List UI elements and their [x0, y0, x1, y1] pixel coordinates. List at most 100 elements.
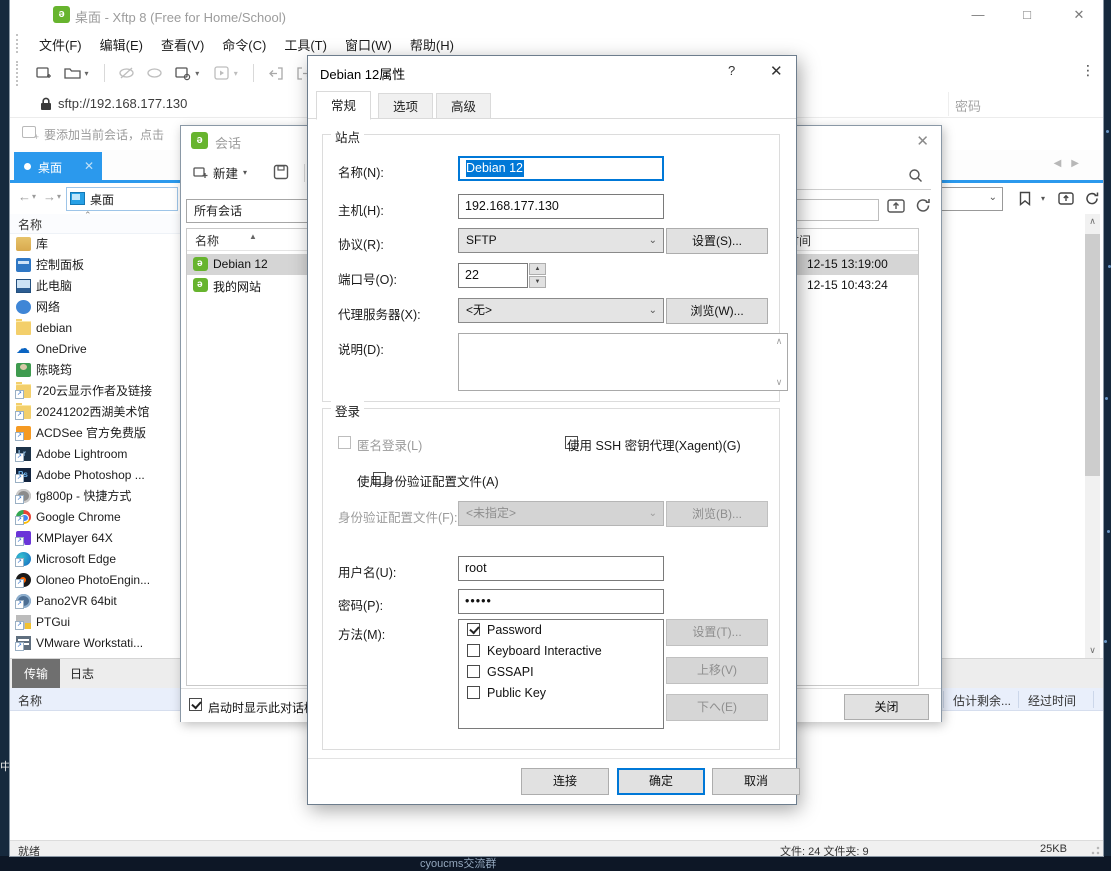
method-item[interactable]: Public Key: [459, 683, 663, 704]
tree-item[interactable]: ACDSee 官方免费版: [10, 423, 180, 444]
bookmark-caret-icon[interactable]: ▾: [1038, 188, 1048, 208]
tab-常规[interactable]: 常规: [316, 91, 371, 120]
connect-button[interactable]: 连接: [521, 768, 609, 795]
method-checkbox[interactable]: [467, 623, 480, 636]
tree-item[interactable]: Adobe Photoshop ...: [10, 465, 180, 486]
back-caret-icon[interactable]: ▾: [32, 192, 36, 201]
column-separator[interactable]: [943, 691, 944, 708]
tree-item[interactable]: 20241202西湖美术馆: [10, 402, 180, 423]
tab-desktop-session[interactable]: 桌面 ✕: [14, 152, 102, 181]
chevron-down-icon[interactable]: ⌄: [989, 192, 997, 203]
description-textarea[interactable]: ∧ ∨: [458, 333, 788, 391]
new-session-icon[interactable]: [32, 61, 56, 85]
tab-transfer[interactable]: 传输: [12, 659, 60, 689]
tab-log[interactable]: 日志: [58, 659, 106, 689]
bookmark-icon[interactable]: [1015, 188, 1035, 208]
tree-item[interactable]: Pano2VR 64bit: [10, 591, 180, 612]
session-url[interactable]: sftp://192.168.177.130: [58, 96, 187, 111]
tab-高级[interactable]: 高级: [436, 93, 491, 119]
session-folder-up-icon[interactable]: [887, 197, 905, 214]
minimize-button[interactable]: —: [956, 0, 1000, 30]
tree-item[interactable]: fg800p - 快捷方式: [10, 486, 180, 507]
tree-item[interactable]: VMware Workstati...: [10, 633, 180, 654]
method-list[interactable]: PasswordKeyboard InteractiveGSSAPIPublic…: [458, 619, 664, 729]
menu-item[interactable]: 文件(F): [30, 30, 91, 59]
scroll-down-icon[interactable]: ∨: [772, 377, 786, 388]
tree-item[interactable]: debian: [10, 318, 180, 339]
add-favorite-icon[interactable]: [22, 126, 36, 138]
open-folder-icon[interactable]: [60, 61, 84, 85]
properties-dialog-close-icon[interactable]: ✕: [770, 62, 783, 80]
scroll-up-icon[interactable]: ∧: [1085, 214, 1100, 229]
host-input[interactable]: 192.168.177.130: [458, 194, 664, 219]
method-checkbox[interactable]: [467, 686, 480, 699]
menu-item[interactable]: 查看(V): [152, 30, 213, 59]
tree-item[interactable]: Oloneo PhotoEngin...: [10, 570, 180, 591]
method-item[interactable]: Password: [459, 620, 663, 641]
scrollbar-thumb[interactable]: [1085, 234, 1100, 476]
back-icon[interactable]: ←: [18, 189, 31, 204]
tree-item[interactable]: 陈晓筠: [10, 360, 180, 381]
tree-column-header[interactable]: 名称 ⌃: [10, 214, 180, 234]
password-input[interactable]: •••••: [458, 589, 664, 614]
tree-item[interactable]: Adobe Lightroom: [10, 444, 180, 465]
scroll-down-icon[interactable]: ∨: [1085, 643, 1100, 658]
method-checkbox[interactable]: [467, 644, 480, 657]
session-refresh-icon[interactable]: [914, 197, 932, 214]
tab-close-icon[interactable]: ✕: [84, 159, 94, 173]
name-column-header[interactable]: 名称: [195, 232, 219, 249]
method-item[interactable]: GSSAPI: [459, 662, 663, 683]
close-button[interactable]: ✕: [1057, 0, 1101, 30]
new-window-icon[interactable]: [171, 61, 195, 85]
spin-up-icon[interactable]: ▲: [529, 263, 546, 275]
cancel-button[interactable]: 取消: [712, 768, 800, 795]
column-separator[interactable]: [1093, 691, 1094, 708]
new-session-caret-icon[interactable]: ▾: [243, 168, 247, 177]
tab-选项[interactable]: 选项: [378, 93, 433, 119]
spin-down-icon[interactable]: ▼: [529, 276, 546, 288]
protocol-settings-button[interactable]: 设置(S)...: [666, 228, 768, 254]
folder-up-icon[interactable]: [1056, 188, 1076, 208]
tree-item[interactable]: OneDrive: [10, 339, 180, 360]
method-checkbox[interactable]: [467, 665, 480, 678]
column-header[interactable]: 经过时间: [1028, 692, 1076, 709]
scroll-up-icon[interactable]: ∧: [772, 336, 786, 347]
method-item[interactable]: Keyboard Interactive: [459, 641, 663, 662]
proxy-combo[interactable]: <无>⌄: [458, 298, 664, 323]
resize-grip[interactable]: [1090, 845, 1100, 855]
tab-scroll-arrows[interactable]: ◀▶: [1054, 158, 1089, 169]
tree-item[interactable]: 720云显示作者及链接: [10, 381, 180, 402]
new-window-caret-icon[interactable]: ▾: [195, 69, 205, 78]
username-input[interactable]: root: [458, 556, 664, 581]
tree-item[interactable]: KMPlayer 64X: [10, 528, 180, 549]
local-path-box[interactable]: 桌面: [66, 187, 178, 211]
toolbar-overflow-icon[interactable]: ⋮: [1081, 62, 1095, 79]
menu-item[interactable]: 命令(C): [213, 30, 275, 59]
tree-item[interactable]: Microsoft Edge: [10, 549, 180, 570]
search-icon[interactable]: [908, 168, 923, 183]
port-input[interactable]: 22: [458, 263, 528, 288]
name-input[interactable]: Debian 12: [458, 156, 664, 181]
column-header-name[interactable]: 名称: [18, 692, 42, 709]
tree-item[interactable]: 控制面板: [10, 255, 180, 276]
proxy-browse-button[interactable]: 浏览(W)...: [666, 298, 768, 324]
forward-icon[interactable]: →: [43, 189, 56, 204]
tree-item[interactable]: 网络: [10, 297, 180, 318]
vertical-scrollbar[interactable]: ∧ ∨: [1085, 214, 1100, 658]
open-folder-caret-icon[interactable]: ▾: [84, 69, 94, 78]
forward-caret-icon[interactable]: ▾: [57, 192, 61, 201]
session-dialog-close-icon[interactable]: ✕: [916, 132, 929, 150]
close-session-dialog-button[interactable]: 关闭: [844, 694, 929, 720]
password-quick-field[interactable]: 密码: [948, 92, 1101, 116]
save-icon[interactable]: [273, 164, 289, 180]
ok-button[interactable]: 确定: [617, 768, 705, 795]
tree-item[interactable]: Google Chrome: [10, 507, 180, 528]
tree-item[interactable]: 库: [10, 234, 180, 255]
protocol-combo[interactable]: SFTP⌄: [458, 228, 664, 253]
show-on-startup-checkbox[interactable]: [189, 698, 202, 711]
tree-item[interactable]: 此电脑: [10, 276, 180, 297]
column-separator[interactable]: [1018, 691, 1019, 708]
maximize-button[interactable]: □: [1005, 0, 1049, 30]
refresh-icon[interactable]: [1082, 188, 1102, 208]
column-header[interactable]: 估计剩余...: [953, 692, 1011, 709]
